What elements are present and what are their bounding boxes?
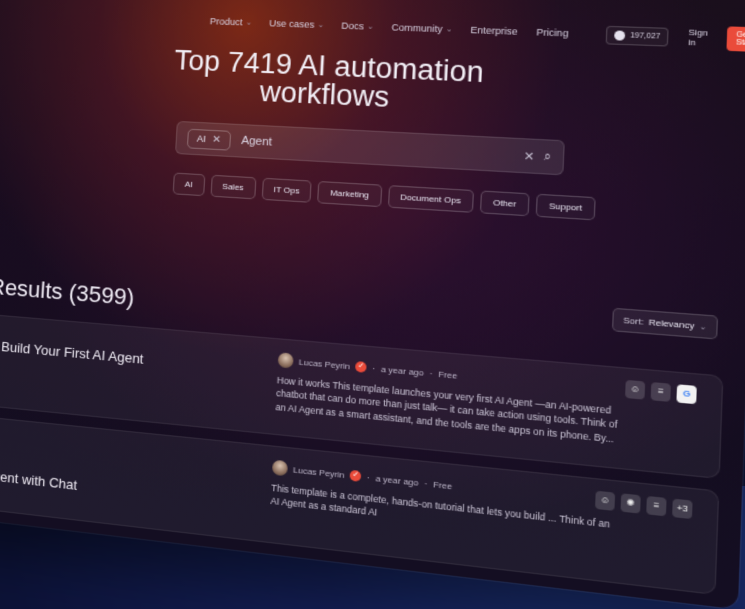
- avatar: [277, 352, 294, 369]
- nav-use-cases[interactable]: Use cases ⌄: [269, 18, 324, 30]
- verified-icon: ✓: [355, 361, 368, 373]
- filter-ai[interactable]: AI: [172, 172, 205, 197]
- verified-icon: ✓: [349, 469, 362, 482]
- nav-label: Use cases: [268, 17, 315, 30]
- author-name[interactable]: Lucas Peyrin: [293, 464, 345, 479]
- nav-community[interactable]: Community ⌄: [391, 22, 453, 35]
- github-icon: [614, 29, 626, 41]
- sort-label: Sort:: [623, 315, 644, 327]
- filter-chip-ai[interactable]: AI ✕: [186, 128, 232, 151]
- db-icon: ≡: [646, 495, 667, 517]
- card-price: Free: [438, 368, 458, 381]
- github-stars-count: 197,027: [629, 31, 661, 41]
- sort-dropdown[interactable]: Sort: Relevancy ⌄: [611, 307, 719, 340]
- nav-enterprise[interactable]: Enterprise: [470, 25, 518, 37]
- card-title[interactable]: Build Your First AI Agent: [1, 339, 144, 367]
- card-nodes: ☺ ✺ ≡ +3: [595, 490, 693, 520]
- avatar: [271, 459, 289, 477]
- search-actions: ✕ ⌕: [524, 149, 552, 165]
- clear-icon[interactable]: ✕: [524, 149, 535, 164]
- filter-marketing[interactable]: Marketing: [317, 180, 382, 208]
- nav-label: Community: [391, 22, 443, 35]
- sign-in-link[interactable]: Sign in: [688, 27, 708, 48]
- search-input[interactable]: Agent: [241, 135, 513, 162]
- db-icon: ≡: [650, 382, 671, 402]
- sort-value: Relevancy: [648, 317, 695, 331]
- chevron-down-icon: ⌄: [445, 25, 453, 34]
- results-title: Results (3599): [0, 273, 135, 311]
- separator-dot: ·: [366, 472, 371, 483]
- page-title: Top 7419 AI automation workflows: [112, 44, 552, 119]
- card-time: a year ago: [380, 363, 425, 378]
- category-filters: AI Sales IT Ops Marketing Document Ops O…: [172, 172, 596, 221]
- separator-dot: ·: [372, 363, 376, 374]
- google-icon: G: [676, 384, 697, 405]
- card-time: a year ago: [375, 473, 419, 488]
- card-nodes: ☺ ≡ G: [625, 379, 697, 405]
- card-price: Free: [432, 478, 453, 491]
- close-icon[interactable]: ✕: [212, 134, 222, 146]
- search-icon[interactable]: ⌕: [544, 150, 552, 165]
- chevron-down-icon: ⌄: [367, 23, 374, 31]
- get-started-button[interactable]: Get Started: [727, 26, 745, 53]
- robot-icon: ☺: [595, 490, 616, 511]
- openai-icon: ✺: [620, 493, 641, 514]
- search-bar[interactable]: AI ✕ Agent ✕ ⌕: [174, 120, 565, 176]
- filter-document-ops[interactable]: Document Ops: [387, 185, 474, 213]
- filter-support[interactable]: Support: [535, 193, 596, 221]
- filter-sales[interactable]: Sales: [210, 174, 257, 200]
- card-title[interactable]: gent with Chat: [0, 468, 78, 493]
- github-stars-button[interactable]: 197,027: [605, 25, 670, 47]
- nav-docs[interactable]: Docs ⌄: [341, 20, 374, 32]
- nav-label: Product: [209, 16, 243, 28]
- nav-pricing[interactable]: Pricing: [536, 27, 569, 39]
- nav-label: Pricing: [536, 26, 569, 39]
- chevron-down-icon: ⌄: [317, 21, 325, 30]
- chevron-down-icon: ⌄: [245, 19, 253, 27]
- app-window: Product ⌄ Use cases ⌄ Docs ⌄ Community ⌄…: [0, 0, 745, 609]
- author-name[interactable]: Lucas Peyrin: [299, 357, 351, 371]
- nav-product[interactable]: Product ⌄: [210, 16, 253, 28]
- card-description: How it works This template launches your…: [275, 374, 618, 445]
- more-nodes-badge: +3: [672, 498, 693, 520]
- nav-label: Docs: [341, 20, 365, 32]
- browser-stage: Product ⌄ Use cases ⌄ Docs ⌄ Community ⌄…: [0, 0, 745, 609]
- filter-it-ops[interactable]: IT Ops: [261, 177, 313, 203]
- filter-other[interactable]: Other: [479, 190, 530, 217]
- chevron-down-icon: ⌄: [699, 322, 707, 332]
- chip-label: AI: [196, 133, 207, 145]
- separator-dot: ·: [429, 368, 433, 379]
- separator-dot: ·: [424, 478, 428, 489]
- nav-label: Enterprise: [470, 24, 518, 37]
- robot-icon: ☺: [625, 379, 646, 400]
